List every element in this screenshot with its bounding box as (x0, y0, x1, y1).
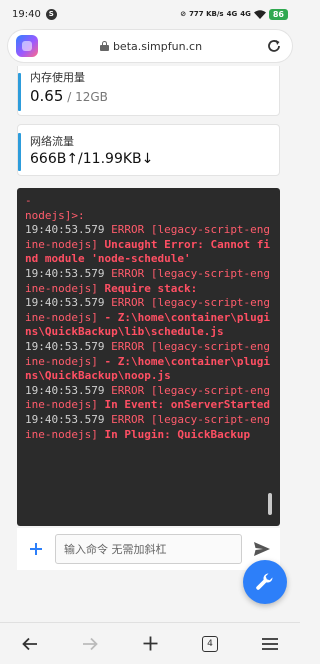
wifi-icon (253, 9, 266, 19)
back-button[interactable] (15, 629, 45, 659)
console-message: - (25, 194, 32, 207)
new-tab-button[interactable] (135, 629, 165, 659)
reload-button[interactable] (264, 36, 284, 56)
console-timestamp: 19:40:53.579 (25, 223, 105, 237)
memory-usage-card: 内存使用量 0.65 / 12GB (17, 66, 280, 116)
browser-url-bar[interactable]: beta.simpfun.cn (8, 30, 292, 62)
arrow-left-icon (22, 637, 37, 650)
console-line: 19:40:53.579 ERROR [legacy-script-engine… (25, 267, 272, 296)
console-timestamp: 19:40:53.579 (25, 296, 105, 310)
copilot-icon[interactable] (16, 35, 38, 57)
wrench-icon (256, 573, 273, 590)
status-time: 19:40 (12, 8, 41, 20)
mute-icon: ⊘ (180, 10, 187, 18)
console-line: 19:40:53.579 ERROR [legacy-script-engine… (25, 340, 272, 384)
arrow-right-icon (83, 637, 98, 650)
network-card-title: 网络流量 (30, 135, 74, 148)
command-bar (17, 528, 280, 570)
console-line: nodejs]>: (25, 209, 272, 224)
memory-used: 0.65 (30, 87, 64, 105)
memory-card-accent (18, 73, 21, 111)
console-message: Require stack: (97, 281, 198, 295)
console-scrollbar[interactable] (268, 493, 272, 515)
console-message: In Plugin: QuickBackup (97, 427, 251, 441)
battery-indicator: 86 (268, 8, 288, 20)
command-input[interactable] (55, 534, 242, 564)
console-timestamp: 19:40:53.579 (25, 266, 105, 280)
reload-icon (268, 40, 280, 52)
console-message: nodejs]>: (25, 208, 85, 222)
url-display[interactable]: beta.simpfun.cn (38, 40, 264, 53)
menu-button[interactable] (255, 629, 285, 659)
status-right: ⊘ 777 KB/s 4G 4G 86 (180, 8, 288, 20)
console-line: 19:40:53.579 ERROR [legacy-script-engine… (25, 413, 272, 442)
network-traffic-value: 666B↑/11.99KB↓ (30, 151, 154, 167)
console-timestamp: 19:40:53.579 (25, 412, 105, 426)
network-traffic-card: 网络流量 666B↑/11.99KB↓ (17, 124, 280, 176)
memory-card-title: 内存使用量 (30, 71, 85, 84)
lock-icon (99, 41, 109, 51)
console-output[interactable]: - nodejs]>: 19:40:53.579 ERROR [legacy-scr… (17, 188, 280, 526)
add-button[interactable] (23, 536, 49, 562)
console-line: 19:40:53.579 ERROR [legacy-script-engine… (25, 223, 272, 267)
memory-card-value-row: 0.65 / 12GB (30, 87, 108, 105)
console-timestamp: 19:40:53.579 (25, 383, 105, 397)
notification-badge-icon: S (45, 8, 57, 20)
forward-button[interactable] (75, 629, 105, 659)
plus-icon (30, 543, 42, 555)
status-bar: 19:40 S ⊘ 777 KB/s 4G 4G 86 (0, 0, 300, 28)
console-line: 19:40:53.579 ERROR [legacy-script-engine… (25, 296, 272, 340)
signal-b-label: 4G (240, 10, 251, 18)
status-left: 19:40 S (12, 8, 57, 20)
memory-total: / 12GB (63, 90, 108, 104)
url-text: beta.simpfun.cn (112, 39, 203, 53)
signal-a-label: 4G (226, 10, 238, 18)
tab-count: 4 (202, 635, 218, 652)
network-card-accent (18, 133, 21, 171)
hamburger-icon (262, 637, 278, 650)
send-button[interactable] (250, 537, 274, 561)
console-message: In Event: onServerStarted (97, 398, 271, 412)
page-content: 内存使用量 0.65 / 12GB 网络流量 666B↑/11.99KB↓ -n… (0, 66, 300, 622)
tools-fab-button[interactable] (243, 560, 287, 604)
console-lines: - nodejs]>: 19:40:53.579 ERROR [legacy-scr… (25, 194, 272, 442)
console-line: 19:40:53.579 ERROR [legacy-script-engine… (25, 384, 272, 413)
network-speed: 777 KB/s (189, 10, 224, 18)
tab-switcher-button[interactable]: 4 (195, 629, 225, 659)
plus-icon (143, 636, 157, 651)
browser-bottom-nav: 4 (0, 622, 300, 664)
console-timestamp: 19:40:53.579 (25, 339, 105, 353)
send-icon (254, 542, 270, 556)
console-line: - (25, 194, 272, 209)
